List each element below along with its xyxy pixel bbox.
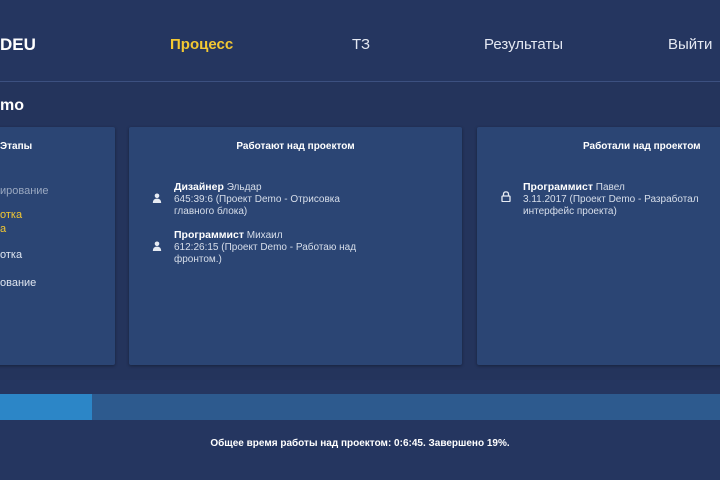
nav-results[interactable]: Результаты [484,36,563,53]
worker-name: Павел [595,182,625,193]
nav-process[interactable]: Процесс [170,36,233,53]
worker-name: Михаил [246,230,283,241]
stages-title: Этапы [0,141,33,152]
worked-panel: Работали над проектом Программист Павел … [477,127,720,365]
worker-role: Программист [523,181,593,193]
worker-entry: Дизайнер Эльдар 645:39:6 (Проект Demo - … [152,181,444,218]
worker-detail: интерфейс проекта) [523,206,617,217]
logo: DEU [0,35,36,54]
worked-title: Работали над проектом [583,141,701,152]
worker-detail: 612:26:15 (Проект Demo - Работаю над [174,242,357,253]
worker-name: Эльдар [226,182,262,193]
progress-bar [0,394,720,420]
worker-detail: 3.11.2017 (Проект Demo - Разработал [523,194,699,205]
progress-fill [0,394,93,420]
working-panel: Работают над проектом Дизайнер Эльдар 64… [129,127,462,365]
progress-section: Общее время работы над проектом: 0:6:45.… [0,380,720,480]
stage-item-current[interactable]: отка [0,209,22,221]
worker-entry: Программист Павел 3.11.2017 (Проект Demo… [501,181,720,218]
working-title: Работают над проектом [236,141,355,152]
worker-role: Дизайнер [174,181,224,193]
worker-detail: главного блока) [174,206,248,217]
person-icon [152,241,162,251]
stage-item[interactable]: отка [0,249,22,261]
stage-item-current-2[interactable]: а [0,223,6,235]
progress-summary: Общее время работы над проектом: 0:6:45.… [210,438,510,449]
top-header: DEU Процесс ТЗ Результаты Выйти [0,0,720,82]
project-title: mo [0,97,24,114]
stage-item[interactable]: ирование [0,185,49,197]
lock-icon [501,191,511,202]
nav-logout[interactable]: Выйти [668,36,712,53]
person-icon [152,193,162,203]
worker-role: Программист [174,229,244,241]
stages-panel: Этапы ирование отка а отка ование [0,127,115,365]
worker-detail: фронтом.) [174,254,222,265]
worker-entry: Программист Михаил 612:26:15 (Проект Dem… [152,229,444,266]
stage-item[interactable]: ование [0,277,36,289]
worker-detail: 645:39:6 (Проект Demo - Отрисовка [174,194,340,205]
nav-tz[interactable]: ТЗ [352,36,370,53]
